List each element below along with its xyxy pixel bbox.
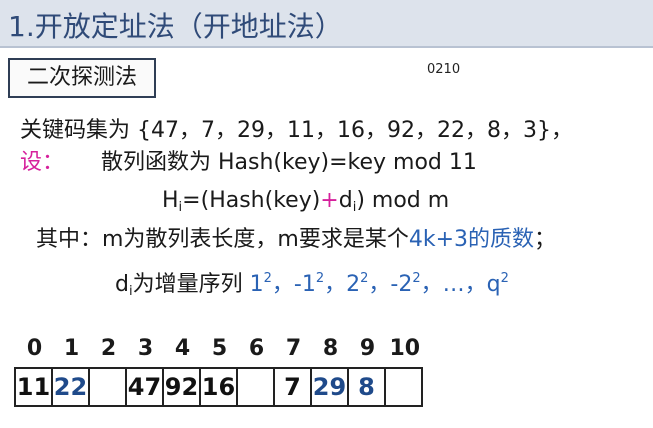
table-cell-10 — [386, 369, 421, 405]
seq-separator-3: ，…， — [420, 272, 487, 297]
m-line: 其中：m为散列表长度，m要求是某个4k+3的质数； — [36, 226, 556, 254]
table-cell-5: 16 — [201, 369, 238, 405]
table-cell-6 — [238, 369, 275, 405]
method-tag: 二次探测法 — [8, 58, 156, 98]
table-cell-7: 7 — [275, 369, 312, 405]
table-cell-9: 8 — [349, 369, 386, 405]
table-index-0: 0 — [26, 336, 43, 361]
seq-exponent-1: 2 — [315, 271, 325, 286]
seq-exponent-0: 2 — [263, 271, 272, 286]
formula-plus: + — [320, 188, 339, 213]
table-cell-8: 29 — [312, 369, 349, 405]
m-line-highlight: 4k+3的质数 — [408, 227, 535, 252]
page-title: 1.开放定址法（开地址法） — [8, 10, 343, 43]
m-line-prefix: 其中：m为散列表长度，m要求是某个 — [36, 227, 409, 252]
increment-sequence: 12，-12，22，-22，…，q2 — [249, 271, 509, 297]
seq-exponent-3: 2 — [412, 271, 421, 286]
table-index-10: 10 — [389, 336, 421, 361]
table-cell-4: 92 — [164, 369, 201, 405]
seq-separator-1: ， — [324, 272, 347, 297]
table-cell-1: 22 — [53, 369, 90, 405]
formula-rest: ) mod m — [356, 188, 450, 213]
keys-line: 关键码集为 {47，7，29，11，16，92，22，8，3}， — [20, 118, 573, 143]
seq-term-0: 1 — [249, 272, 264, 297]
table-cell-3: 47 — [127, 369, 164, 405]
table-index-4: 4 — [174, 336, 191, 361]
let-label: 设： — [20, 150, 65, 175]
hash-table: 11 22 47 92 16 7 29 8 — [14, 367, 423, 407]
table-index-8: 8 — [322, 336, 339, 361]
table-cell-2 — [90, 369, 127, 405]
increment-d: d — [115, 272, 129, 297]
table-index-7: 7 — [285, 336, 302, 361]
seq-separator-0: ， — [271, 272, 294, 297]
seq-term-4: q — [486, 272, 501, 297]
table-index-1: 1 — [63, 336, 80, 361]
table-index-9: 9 — [359, 336, 376, 361]
table-index-2: 2 — [100, 336, 117, 361]
seq-exponent-4: 2 — [500, 271, 509, 286]
hash-definition: 散列函数为 Hash(key)=key mod 11 — [101, 150, 477, 175]
table-cell-0: 11 — [16, 369, 53, 405]
seq-term-3: -2 — [390, 272, 413, 297]
table-index-6: 6 — [248, 336, 265, 361]
probe-formula: Hi=(Hash(key)+di) mod m — [162, 187, 449, 222]
seq-term-1: -1 — [293, 272, 316, 297]
formula-d: d — [338, 188, 353, 213]
corner-code: 0210 — [427, 62, 461, 77]
m-line-suffix: ； — [534, 227, 557, 252]
increment-text: 为增量序列 — [132, 272, 250, 297]
formula-h: H — [162, 188, 179, 213]
seq-term-2: 2 — [346, 272, 361, 297]
seq-separator-2: ， — [368, 272, 391, 297]
table-index-5: 5 — [211, 336, 228, 361]
table-index-3: 3 — [137, 336, 154, 361]
increment-line: di为增量序列 12，-12，22，-22，…，q2 — [115, 265, 509, 306]
title-bar: 1.开放定址法（开地址法） — [0, 0, 653, 48]
formula-eq: =(Hash(key) — [182, 188, 321, 213]
